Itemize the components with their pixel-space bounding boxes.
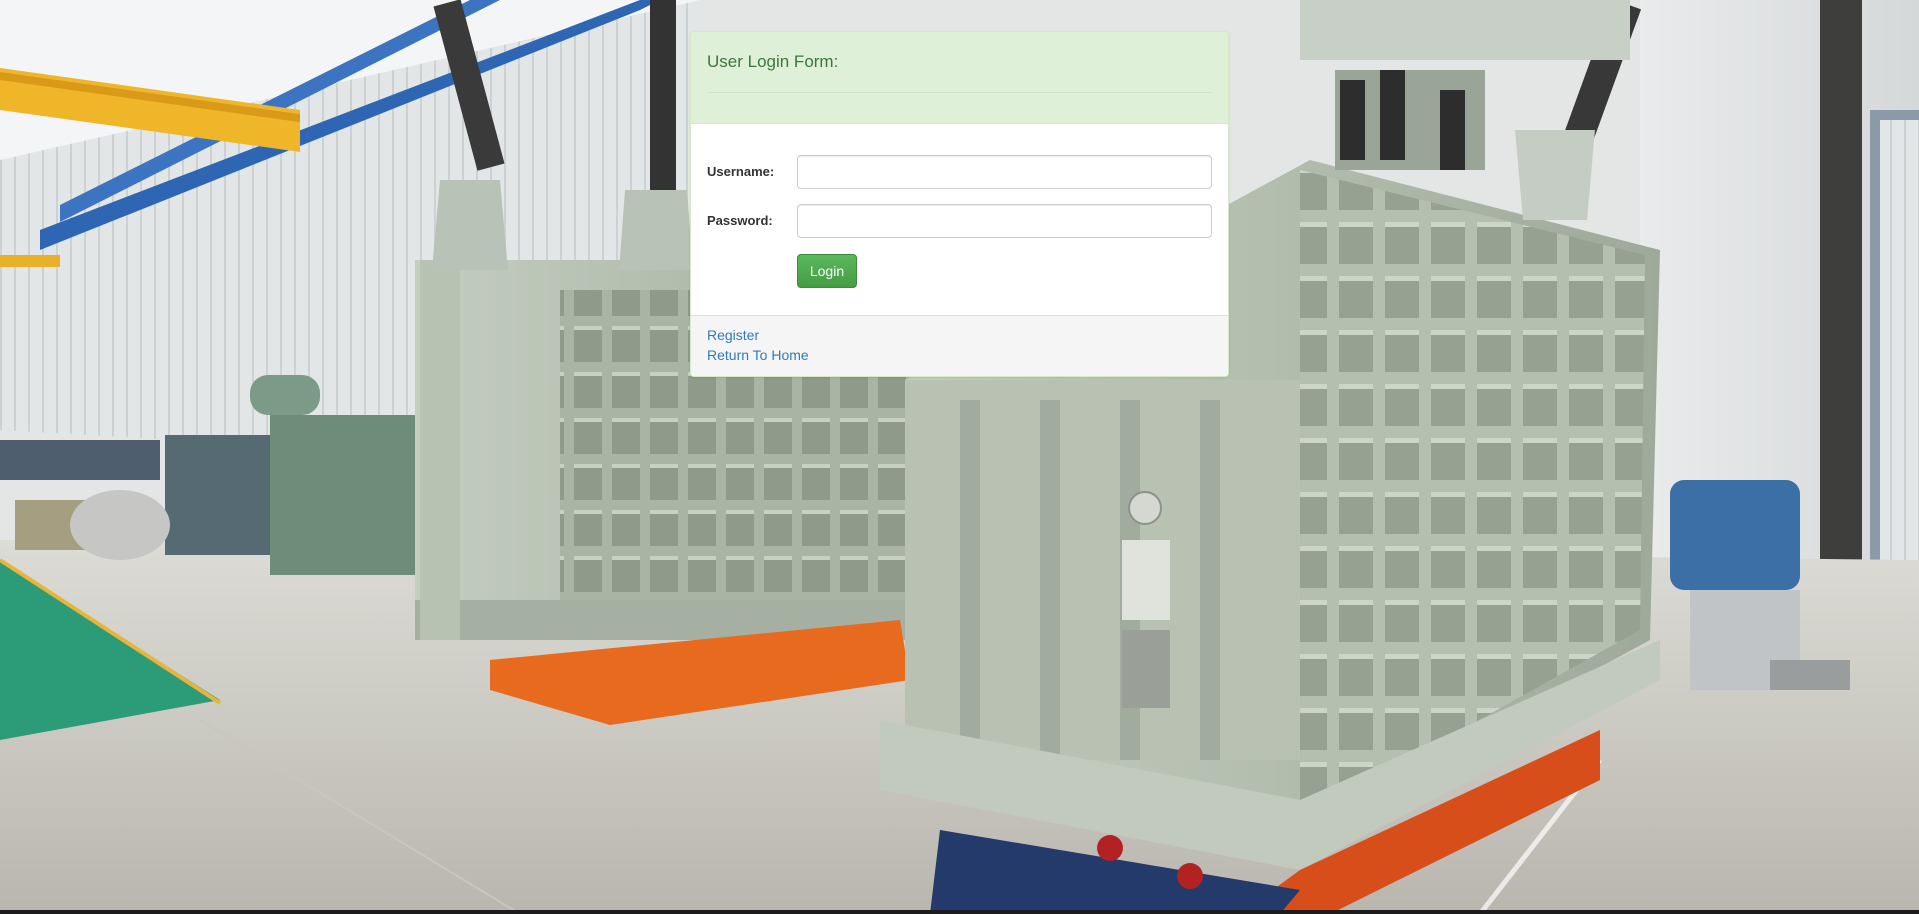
username-row: Username: bbox=[707, 155, 1212, 189]
password-label: Password: bbox=[707, 213, 773, 228]
return-home-link[interactable]: Return To Home bbox=[707, 347, 809, 363]
login-panel-footer: Register Return To Home bbox=[691, 315, 1228, 376]
username-label: Username: bbox=[707, 164, 775, 179]
register-link[interactable]: Register bbox=[707, 327, 759, 343]
login-form-title: User Login Form: bbox=[707, 52, 839, 71]
username-input[interactable] bbox=[797, 155, 1212, 189]
heading-divider bbox=[707, 92, 1212, 93]
bottom-edge-bar bbox=[0, 910, 1919, 914]
login-button[interactable]: Login bbox=[797, 254, 857, 288]
login-panel: User Login Form: Username: Password: Log… bbox=[690, 31, 1229, 377]
password-row: Password: bbox=[707, 204, 1212, 238]
login-panel-heading: User Login Form: bbox=[691, 32, 1228, 124]
password-input[interactable] bbox=[797, 204, 1212, 238]
